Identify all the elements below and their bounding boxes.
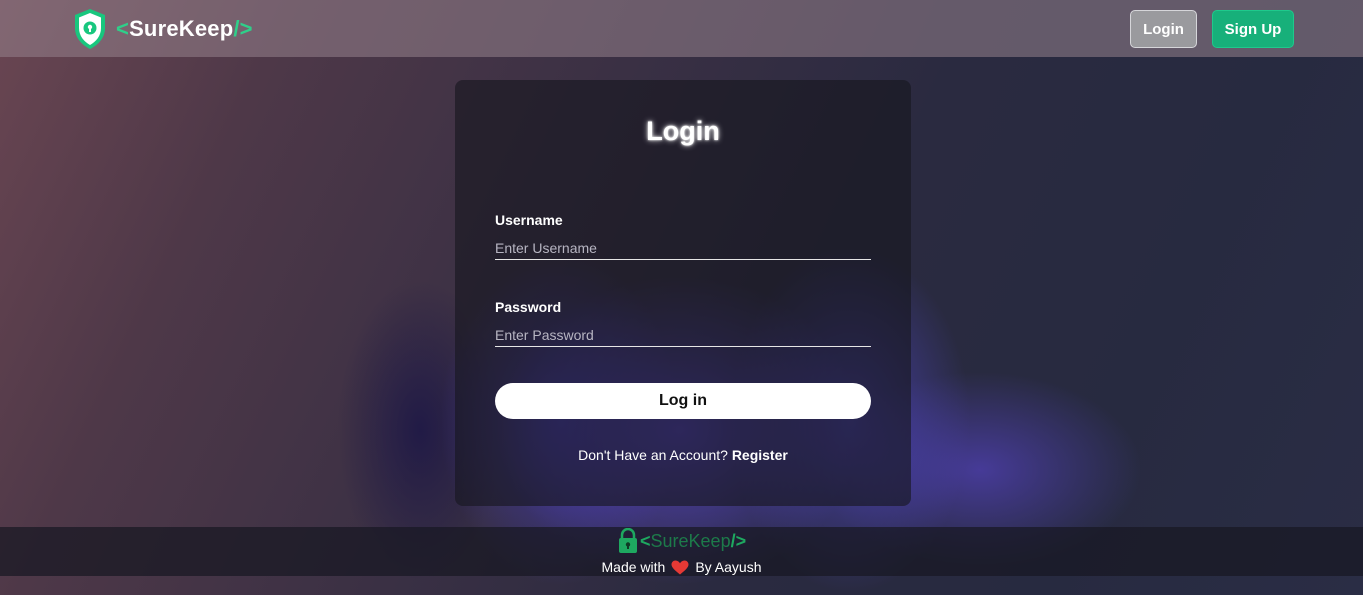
brand-logo-link[interactable]: <SureKeep/> <box>72 8 253 50</box>
username-label: Username <box>495 212 563 228</box>
login-submit-button[interactable]: Log in <box>495 383 871 419</box>
made-with-text: Made with <box>601 559 666 575</box>
footer-brand: <SureKeep/> <box>617 528 746 554</box>
register-prompt-line: Don't Have an Account? Register <box>455 447 911 463</box>
navbar: <SureKeep/> Login Sign Up <box>0 0 1363 57</box>
footer-credit: Made with By Aayush <box>0 559 1363 575</box>
footer-brand-name: <SureKeep/> <box>640 530 747 551</box>
password-label: Password <box>495 299 562 315</box>
nav-login-button[interactable]: Login <box>1130 10 1197 48</box>
brand-name: <SureKeep/> <box>116 16 253 41</box>
nav-signup-button[interactable]: Sign Up <box>1212 10 1294 48</box>
heart-icon <box>671 560 689 574</box>
login-card: Login Username Password Log in Don't Hav… <box>455 80 911 506</box>
author-text: By Aayush <box>695 559 762 575</box>
footer: <SureKeep/> Made with By Aayush <box>0 527 1363 576</box>
register-prompt-text: Don't Have an Account? <box>578 447 728 463</box>
password-input[interactable] <box>495 323 871 347</box>
username-input[interactable] <box>495 236 871 260</box>
padlock-icon <box>619 528 637 553</box>
login-title: Login <box>646 116 720 146</box>
shield-lock-icon <box>75 9 105 49</box>
register-link[interactable]: Register <box>732 447 788 463</box>
